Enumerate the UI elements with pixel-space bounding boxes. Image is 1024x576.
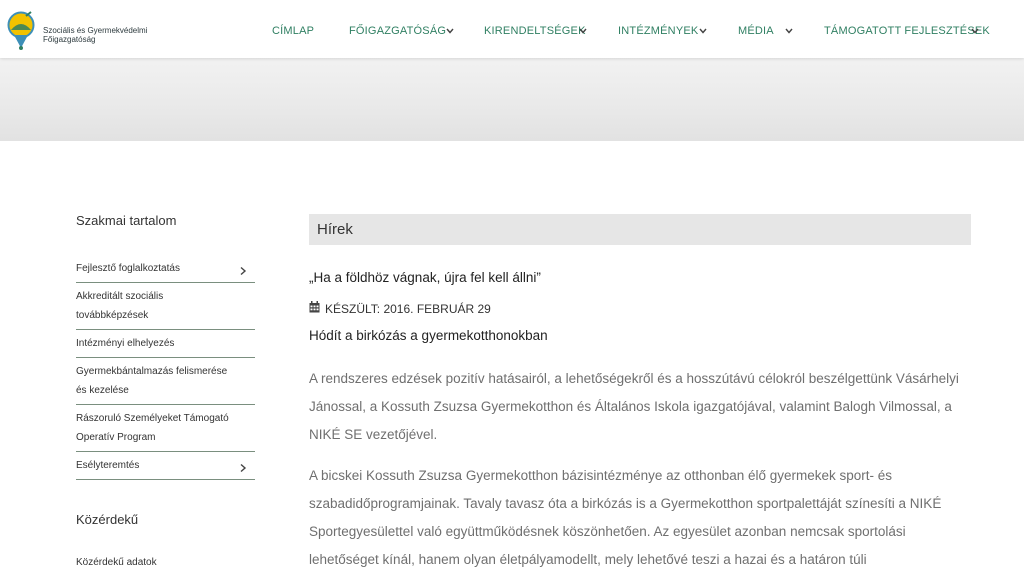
page-banner (0, 58, 1024, 141)
page-title: Hírek (317, 221, 353, 238)
sidebar-item-eselyteremtes[interactable]: Esélyteremtés (76, 452, 255, 480)
sidebar-item-intezmenyi-elhelyezes[interactable]: Intézményi elhelyezés (76, 330, 255, 358)
sidebar-item-raszorulo-szemelyek[interactable]: Rászoruló Személyeket Támogató Operatív … (76, 405, 255, 452)
sidebar-item-label: Esélyteremtés (76, 460, 140, 471)
calendar-icon (309, 301, 320, 316)
nav-item-media[interactable]: MÉDIA (738, 25, 774, 39)
nav-item-kirendeltsegek[interactable]: KIRENDELTSÉGEK (484, 25, 586, 39)
chevron-right-icon[interactable] (239, 461, 247, 472)
nav-item-intezmenyek[interactable]: INTÉZMÉNYEK (618, 25, 698, 39)
sidebar-item-label: Intézményi elhelyezés (76, 338, 175, 349)
chevron-down-icon[interactable] (445, 25, 455, 37)
article-paragraph-1: A rendszeres edzések pozitív hatásairól,… (309, 371, 959, 442)
chevron-down-icon[interactable] (698, 25, 708, 37)
sidebar-item-label: Gyermekbántalmazás felismerése és kezelé… (76, 366, 228, 396)
chevron-down-icon[interactable] (970, 25, 980, 37)
article-subtitle: Hódít a birkózás a gyermekotthonokban (309, 328, 548, 343)
chevron-right-icon[interactable] (239, 264, 247, 275)
sidebar-section-title: Szakmai tartalom (76, 213, 177, 228)
sidebar-item-label: Akkreditált szociális továbbképzések (76, 291, 164, 321)
sidebar-item-akkreditalt-tovabbkepzesek[interactable]: Akkreditált szociális továbbképzések (76, 283, 255, 330)
sidebar-item-kozerdeku-adatok[interactable]: Közérdekű adatok (76, 557, 157, 568)
article-title[interactable]: „Ha a földhöz vágnak, újra fel kell álln… (309, 270, 541, 285)
sidebar-section-title-kozerdeku: Közérdekű (76, 512, 139, 527)
page-title-bar: Hírek (309, 214, 971, 245)
sidebar-item-gyermekbantalmazas[interactable]: Gyermekbántalmazás felismerése és kezelé… (76, 358, 255, 405)
chevron-down-icon[interactable] (784, 25, 794, 37)
sidebar-menu: Fejlesztő foglalkoztatás Akkreditált szo… (76, 255, 255, 480)
nav-item-tamogatott-fejlesztesek[interactable]: TÁMOGATOTT FEJLESZTÉSEK (824, 25, 990, 39)
article-date: KÉSZÜLT: 2016. FEBRUÁR 29 (325, 301, 491, 316)
sidebar-item-fejleszto-foglalkoztatas[interactable]: Fejlesztő foglalkoztatás (76, 255, 255, 283)
sidebar-item-label: Fejlesztő foglalkoztatás (76, 263, 180, 274)
nav-item-cimlap[interactable]: CÍMLAP (272, 25, 314, 39)
sidebar-item-label: Rászoruló Személyeket Támogató Operatív … (76, 413, 229, 443)
nav-item-foigazgatosag[interactable]: FŐIGAZGATÓSÁG (349, 25, 446, 39)
site-header: Szociális és Gyermekvédelmi Főigazgatósá… (0, 0, 1024, 58)
chevron-down-icon[interactable] (578, 25, 588, 37)
main-nav: CÍMLAP FŐIGAZGATÓSÁG KIRENDELTSÉGEK INTÉ… (0, 0, 1024, 58)
article-meta: KÉSZÜLT: 2016. FEBRUÁR 29 (309, 301, 491, 316)
article-paragraph-2: A bicskei Kossuth Zsuzsa Gyermekotthon b… (309, 468, 942, 567)
